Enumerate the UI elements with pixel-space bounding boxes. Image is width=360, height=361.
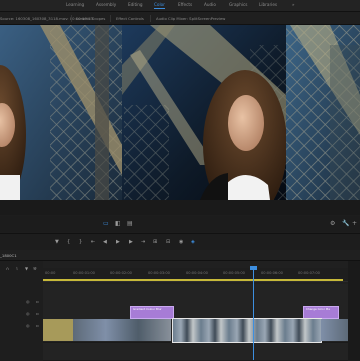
workspace-libraries[interactable]: Libraries (259, 2, 277, 7)
track-headers: ∩ ⌇ ▼ ⚒ ◎ ◎ ◎ ▫ ▫ ▫ (0, 261, 43, 360)
preview-frame (0, 25, 360, 200)
mark-in-icon[interactable]: ▼ (55, 240, 59, 245)
play-icon[interactable]: ▶ (116, 240, 120, 245)
panel-tab-bar: Source: 160308_160308_3118.mov: 00:00:10… (0, 12, 360, 25)
mark-out-bracket-icon[interactable]: } (79, 240, 82, 245)
tab-divider (150, 15, 151, 22)
ruler-timecode: 00:00:02:00 (110, 271, 132, 275)
playhead-handle[interactable] (250, 266, 257, 270)
workspace-bar: Learning Assembly Editing Color Effects … (0, 0, 360, 12)
vertical-scrollbar[interactable] (348, 261, 360, 360)
selected-video-clip[interactable] (172, 318, 322, 343)
lift-icon[interactable]: ⊞ (153, 240, 157, 245)
audio-track (43, 343, 348, 361)
step-forward-icon[interactable]: ▶ (129, 240, 133, 245)
workspace-assembly[interactable]: Assembly (96, 2, 116, 7)
add-marker-icon[interactable]: + (352, 221, 357, 227)
left-preview-segment (0, 25, 122, 200)
workspace-effects[interactable]: Effects (178, 2, 192, 7)
video-clip[interactable] (73, 319, 171, 341)
clip-label: Gradient Colour Blur (133, 307, 162, 311)
lock-track-icon[interactable]: ▫ (36, 311, 39, 316)
workspace-editing[interactable]: Editing (128, 2, 143, 7)
go-to-out-icon[interactable]: ⇥ (141, 240, 145, 245)
playhead[interactable] (253, 268, 254, 360)
toggle-track-output-icon[interactable]: ◎ (26, 311, 30, 316)
camera-icon[interactable]: ◉ (179, 240, 183, 245)
workspace-learning[interactable]: Learning (66, 2, 84, 7)
ruler-timecode: 00:00:06:00 (261, 271, 283, 275)
extract-icon[interactable]: ⊟ (166, 240, 170, 245)
toggle-track-output-icon[interactable]: ◎ (26, 323, 30, 328)
work-area-bar[interactable] (43, 279, 343, 281)
lock-track-icon[interactable]: ▫ (36, 299, 39, 304)
center-preview-segment (122, 25, 287, 200)
go-to-in-icon[interactable]: ⇤ (91, 240, 95, 245)
video-clip[interactable] (43, 319, 73, 341)
clip-label: Change Color Ma (306, 307, 330, 311)
split-view-icon[interactable]: ◧ (115, 221, 121, 227)
mark-in-bracket-icon[interactable]: { (67, 240, 70, 245)
comparison-toggle-icon[interactable]: ◈ (191, 240, 195, 245)
snap-icon[interactable]: ∩ (6, 266, 9, 271)
tab-audio-clip-mixer[interactable]: Audio Clip Mixer: SplitScreenPreview (156, 16, 225, 21)
timeline-tab-bar: _1800C1 (0, 251, 360, 261)
sequence-tab[interactable]: _1800C1 (0, 253, 17, 258)
comparison-view-icon[interactable]: ▭ (103, 221, 109, 227)
monitor-transport-bar: ▭ ◧ ▤ ⚙ 🔧 + (0, 216, 360, 232)
workspace-graphics[interactable]: Graphics (229, 2, 248, 7)
export-frame-icon[interactable]: ▤ (127, 221, 133, 227)
tab-divider (71, 15, 72, 22)
workspace-overflow-button[interactable]: » (292, 2, 295, 7)
timeline-settings-icon[interactable]: ⚒ (33, 266, 37, 271)
split-screen-preview[interactable] (0, 25, 360, 200)
panel-divider (0, 233, 360, 234)
video-clip[interactable] (321, 319, 348, 341)
ruler-timecode: 00:00 (45, 271, 56, 275)
linked-selection-icon[interactable]: ⌇ (16, 266, 18, 271)
wrench-icon[interactable]: 🔧 (342, 221, 349, 227)
lock-track-icon[interactable]: ▫ (36, 323, 39, 328)
ruler-timecode: 00:00:05:00 (223, 271, 245, 275)
workspace-audio[interactable]: Audio (204, 2, 216, 7)
right-preview-segment (286, 25, 360, 200)
playback-controls: ▼ { } ⇤ ◀ ▶ ▶ ⇥ ⊞ ⊟ ◉ ◈ (0, 238, 360, 248)
ruler-timecode: 00:00:07:00 (298, 271, 320, 275)
ruler-timecode: 00:00:01:00 (73, 271, 95, 275)
toggle-track-output-icon[interactable]: ◎ (26, 299, 30, 304)
ruler-timecode: 00:00:04:00 (186, 271, 208, 275)
settings-icon[interactable]: ⚙ (330, 221, 335, 227)
tab-lumetri-scopes[interactable]: Lumetri Scopes (76, 16, 105, 21)
ruler-timecode: 00:00:03:00 (148, 271, 170, 275)
add-marker-icon[interactable]: ▼ (25, 266, 28, 271)
workspace-color[interactable]: Color (154, 2, 165, 9)
tab-effect-controls[interactable]: Effect Controls (116, 16, 144, 21)
tab-divider (110, 15, 111, 22)
step-back-icon[interactable]: ◀ (103, 240, 107, 245)
adjustment-clip[interactable]: Gradient Colour Blur (130, 306, 174, 319)
